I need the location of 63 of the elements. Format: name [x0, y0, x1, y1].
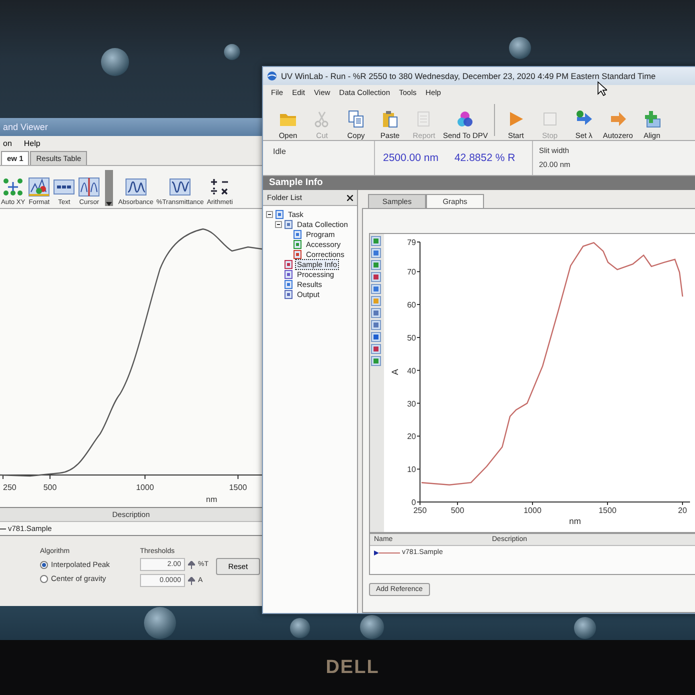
axis-label: nm — [569, 516, 581, 526]
bubble-drawing — [509, 37, 531, 59]
arrow-icon — [608, 110, 627, 128]
legend-line-icon — [374, 550, 400, 556]
pointer-icon — [597, 81, 607, 96]
math-icon — [208, 177, 231, 197]
window-title: UV WinLab - Run - %R 2550 to 380 Wednesday, December 23, 2020 4:49 PM Eastern Standard Time — [281, 71, 656, 81]
text-icon — [53, 177, 76, 197]
minus-box-icon[interactable] — [266, 210, 273, 218]
arrow-icon — [574, 110, 593, 128]
axis-tick-label: 50 — [407, 333, 416, 342]
legend-line-icon — [0, 526, 6, 530]
axis-tick-label: 1500 — [598, 506, 616, 515]
brand-logo: DELL — [326, 656, 380, 678]
bubble-drawing — [144, 607, 176, 639]
scissors-icon — [313, 110, 331, 128]
circles-icon — [456, 110, 474, 128]
menu-item[interactable]: on — [3, 139, 12, 148]
toolbar-dropdown[interactable] — [105, 170, 114, 206]
wavelength-reading: 2500.00 nm — [383, 152, 438, 164]
measurement-reading: 42.8852 % R — [454, 152, 516, 164]
axis-tick-label: 1000 — [136, 483, 154, 492]
axis-tick-label: 20 — [407, 432, 416, 442]
peak-icon — [124, 177, 147, 197]
axis-tick-label: 500 — [450, 506, 464, 515]
axis-tick-label: 60 — [407, 300, 416, 310]
status-text: Idle — [273, 147, 286, 156]
trough-icon — [169, 177, 192, 197]
cross-icon — [642, 110, 661, 128]
caret-icon — [106, 202, 112, 206]
axis-tick-label: 250 — [413, 506, 427, 515]
minus-box-icon[interactable] — [275, 220, 282, 228]
close-icon[interactable] — [347, 194, 353, 200]
spin-icon — [188, 560, 195, 568]
axis-tick-label: 10 — [407, 465, 416, 474]
cursor-icon — [78, 177, 100, 197]
menu-item[interactable]: Help — [24, 139, 40, 148]
axis-tick-label: 30 — [407, 399, 416, 408]
dots-icon — [2, 177, 24, 197]
axis-tick-label: 1500 — [229, 483, 247, 492]
axis-tick-label: 250 — [3, 483, 16, 492]
window-title: and Viewer — [3, 122, 48, 132]
copy-icon — [347, 110, 365, 128]
axis-tick-label: 70 — [407, 268, 416, 277]
clipboard-icon — [381, 110, 399, 128]
axis-tick-label: 40 — [407, 366, 416, 376]
square-icon — [540, 110, 559, 128]
bubble-drawing — [360, 615, 384, 639]
axis-tick-label: 20 — [678, 506, 687, 515]
axis-tick-label: 79 — [407, 238, 416, 247]
axis-label: A — [390, 369, 400, 375]
bubble-drawing — [290, 618, 310, 638]
chart-icon — [28, 177, 50, 197]
axis-label: nm — [206, 495, 218, 504]
bubble-drawing — [101, 48, 129, 76]
section-header: Sample Info — [263, 176, 695, 190]
spin-icon — [188, 576, 195, 584]
axis-tick-label: 500 — [43, 483, 57, 492]
app-icon — [267, 71, 277, 81]
bubble-drawing — [574, 617, 596, 639]
axis-tick-label: 1000 — [524, 506, 542, 515]
axis-tick-label: 0 — [412, 498, 416, 507]
bubble-drawing — [224, 44, 240, 60]
